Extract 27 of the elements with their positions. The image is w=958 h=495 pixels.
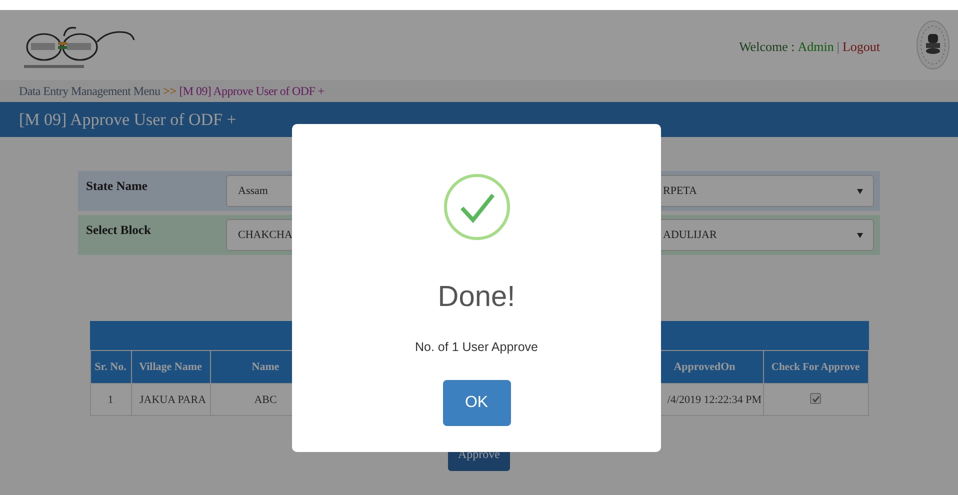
caret-icon [857, 188, 863, 194]
checkbox[interactable] [810, 393, 821, 404]
ok-button[interactable]: OK [442, 380, 510, 426]
welcome-label: Welcome : [739, 39, 795, 55]
caret-icon [857, 232, 863, 238]
dialog-message: No. of 1 User Approve [415, 340, 538, 354]
logout-link[interactable]: Logout [842, 39, 880, 55]
dropdown-value: RPETA [663, 185, 698, 197]
filter-label: State Name [86, 178, 148, 194]
dialog-title: Done! [438, 281, 516, 314]
breadcrumb-separator: >> [163, 84, 176, 98]
column-header: Village Name [131, 350, 210, 384]
column-header: Check For Approve [763, 350, 868, 384]
divider-text: | [836, 39, 840, 55]
column-header: Sr. No. [90, 350, 131, 384]
page-title: [M 09] Approve User of ODF + [19, 110, 236, 130]
user-link[interactable]: Admin [798, 39, 834, 55]
table-cell: JAKUA PARA [131, 384, 210, 416]
check-circle-icon [442, 173, 510, 241]
table-cell: 1 [90, 384, 131, 416]
dropdown-value: Assam [238, 185, 269, 197]
emblem-icon [916, 20, 950, 70]
breadcrumb-link[interactable]: Data Entry Management Menu [19, 84, 160, 98]
dropdown-value: CHAKCHA [238, 229, 294, 241]
breadcrumb-current: [M 09] Approve User of ODF + [179, 84, 324, 98]
filter-label: Select Block [86, 222, 152, 238]
dropdown-value: ADULIJAR [663, 229, 718, 241]
